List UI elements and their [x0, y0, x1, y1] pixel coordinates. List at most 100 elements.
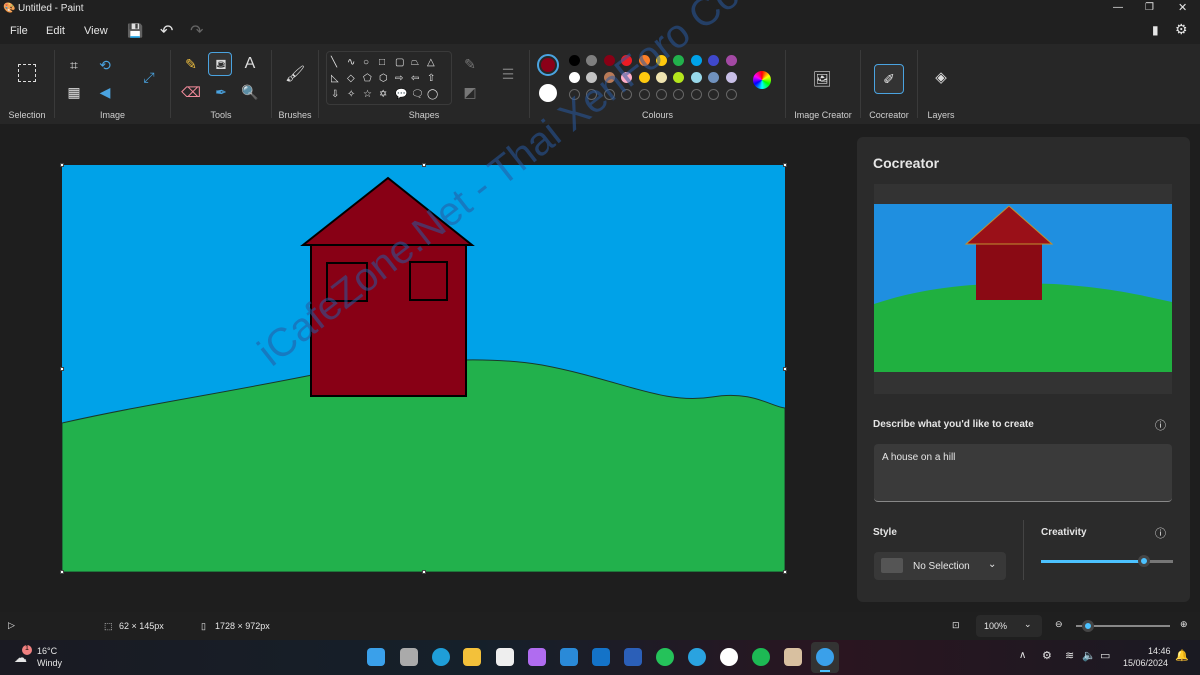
minimize-button[interactable]: — [1113, 2, 1123, 13]
network-app-icon[interactable]: ⚙ [1042, 649, 1052, 662]
edit-colours-icon[interactable] [753, 71, 771, 89]
shape-option[interactable]: 💬 [395, 87, 411, 103]
layers-button[interactable]: Layers [918, 110, 964, 120]
style-dropdown[interactable]: No Selection ⌄ [874, 552, 1006, 580]
store-icon[interactable] [496, 648, 514, 666]
zoom-dropdown[interactable]: 100% ⌄ [976, 615, 1042, 637]
crop-icon[interactable]: ⌗ [64, 57, 84, 74]
shape-option[interactable]: ◇ [347, 71, 363, 87]
colour-swatch[interactable] [569, 55, 580, 66]
shape-option[interactable]: △ [427, 55, 443, 71]
word-icon[interactable] [624, 648, 642, 666]
shape-option[interactable]: ⇧ [427, 71, 443, 87]
maximize-button[interactable]: ❐ [1145, 2, 1154, 13]
resize-icon[interactable]: ⤢ [139, 69, 159, 86]
selection-tool-icon[interactable] [18, 64, 36, 82]
colour-swatch[interactable] [725, 72, 737, 83]
slack-icon[interactable] [720, 648, 738, 666]
custom-colour-slot[interactable] [690, 89, 702, 100]
shape-option[interactable]: ◺ [331, 71, 347, 87]
shape-option[interactable]: ⇩ [331, 87, 347, 103]
generated-image[interactable] [874, 184, 1172, 394]
colour-swatch[interactable] [708, 72, 720, 83]
colour-swatch[interactable] [586, 55, 598, 66]
clock-time[interactable]: 14:46 [1148, 646, 1171, 656]
color-picker-icon[interactable]: ✒ [211, 84, 231, 101]
battery-icon[interactable]: ▭ [1100, 649, 1110, 662]
select-all-icon[interactable]: ▦ [64, 84, 84, 101]
text-icon[interactable]: A [240, 55, 260, 73]
spotify-icon[interactable] [752, 648, 770, 666]
shape-option[interactable]: ✡ [379, 87, 395, 103]
shape-option[interactable]: ⇨ [395, 71, 411, 87]
wifi-icon[interactable]: ≋ [1065, 649, 1074, 662]
resize-handle[interactable] [422, 570, 426, 574]
whatsapp-icon[interactable] [656, 648, 674, 666]
colour-swatch[interactable] [725, 55, 737, 66]
colour-swatch[interactable] [690, 55, 702, 66]
colour-swatch[interactable] [690, 72, 702, 83]
shape-option[interactable]: □ [379, 55, 395, 71]
info-icon[interactable]: ⓘ [1155, 417, 1166, 433]
chevron-up-icon[interactable]: ∧ [1019, 650, 1026, 661]
magnifier-icon[interactable]: 🔍 [240, 84, 260, 101]
menu-edit[interactable]: Edit [46, 25, 65, 37]
fit-to-window-icon[interactable]: ⊡ [952, 620, 960, 631]
shape-option[interactable]: ▢ [395, 55, 411, 71]
undo-icon[interactable]: ↶ [160, 21, 173, 41]
shape-option[interactable]: ○ [363, 55, 379, 71]
shape-option[interactable]: ◯ [427, 87, 443, 103]
task-view-icon[interactable] [400, 648, 418, 666]
edge-icon[interactable] [432, 648, 450, 666]
app-icon[interactable] [784, 648, 802, 666]
shape-option[interactable]: 🗨 [411, 87, 427, 103]
redo-icon[interactable]: ↷ [190, 21, 203, 41]
custom-colour-slot[interactable] [656, 89, 667, 100]
shape-option[interactable]: ⬠ [363, 71, 379, 87]
flip-icon[interactable]: ◀ [95, 84, 115, 101]
shape-option[interactable]: ⬡ [379, 71, 395, 87]
save-icon[interactable]: 💾 [127, 23, 143, 39]
shape-option[interactable]: ⏢ [411, 55, 427, 71]
prompt-input[interactable]: A house on a hill [874, 444, 1172, 502]
pencil-icon[interactable]: ✎ [181, 56, 201, 73]
image-creator-icon[interactable]: 🖼 [812, 70, 832, 88]
shape-option[interactable]: ☆ [363, 87, 379, 103]
notification-bell-icon[interactable]: 🔔 [1175, 649, 1189, 662]
telegram-icon[interactable] [688, 648, 706, 666]
colour-swatch[interactable] [673, 72, 685, 83]
shape-option[interactable]: ∿ [347, 55, 363, 71]
paint-taskbar-button[interactable] [811, 642, 839, 673]
fill-icon[interactable]: ◩ [460, 84, 480, 101]
image-creator-button[interactable]: Image Creator [786, 110, 860, 120]
zoom-in-icon[interactable]: ⊕ [1180, 619, 1188, 630]
secondary-color[interactable] [539, 84, 557, 102]
resize-handle[interactable] [60, 570, 64, 574]
settings-gear-icon[interactable]: ⚙ [1175, 21, 1188, 38]
shapes-gallery[interactable]: ╲ ∿ ○ □ ▢ ⏢ △ ◺ ◇ ⬠ ⬡ ⇨ ⇦ ⇧ ⇩ ✧ ☆ ✡ 💬 🗨 ◯ [326, 51, 452, 105]
clock-date[interactable]: 15/06/2024 [1123, 658, 1168, 668]
outlook-icon[interactable] [592, 648, 610, 666]
menu-view[interactable]: View [84, 25, 108, 37]
primary-color[interactable] [537, 54, 559, 76]
colour-swatch[interactable] [569, 72, 580, 83]
resize-handle[interactable] [60, 163, 64, 167]
custom-colour-slot[interactable] [673, 89, 685, 100]
resize-handle[interactable] [422, 163, 426, 167]
resize-handle[interactable] [783, 367, 787, 371]
layers-icon[interactable]: ◈ [931, 68, 951, 86]
file-explorer-icon[interactable] [463, 648, 481, 666]
volume-icon[interactable]: 🔈 [1082, 649, 1096, 662]
copilot-icon[interactable] [528, 648, 546, 666]
line-size-icon[interactable]: ☰ [498, 66, 518, 83]
close-button[interactable]: ✕ [1178, 1, 1187, 14]
resize-handle[interactable] [783, 570, 787, 574]
shape-option[interactable]: ╲ [331, 55, 347, 71]
cocreator-button[interactable]: Cocreator [861, 110, 917, 120]
resize-handle[interactable] [783, 163, 787, 167]
cocreator-icon[interactable]: ✐ [874, 64, 904, 94]
outline-icon[interactable]: ✎ [460, 56, 480, 73]
zoom-out-icon[interactable]: ⊖ [1055, 619, 1063, 630]
fill-bucket-button[interactable]: ⛾ [208, 52, 232, 76]
account-icon[interactable]: ▮ [1152, 23, 1159, 37]
